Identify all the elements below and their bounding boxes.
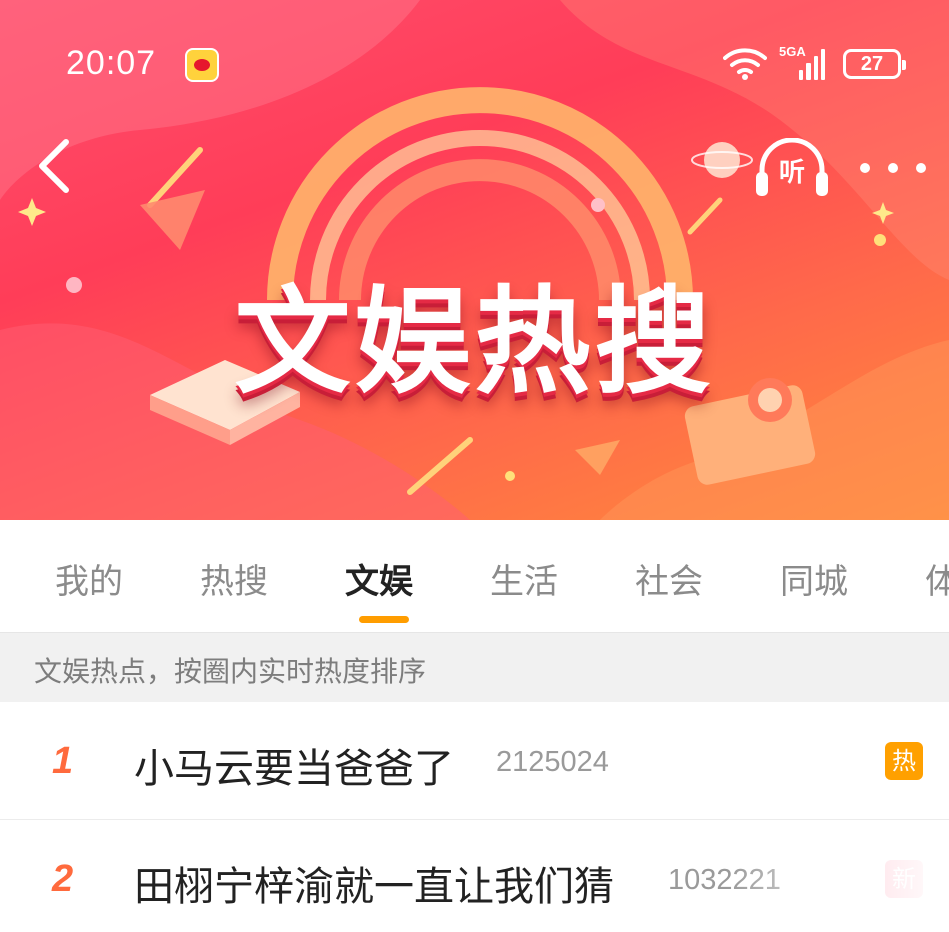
battery-icon: 27 bbox=[843, 49, 906, 79]
listen-label: 听 bbox=[778, 158, 805, 188]
more-dots-icon bbox=[860, 163, 870, 173]
weibo-app-icon bbox=[185, 48, 219, 82]
topic-title: 小马云要当爸爸了 bbox=[134, 746, 454, 792]
rank-number: 1 bbox=[52, 740, 74, 782]
status-time: 20:07 bbox=[66, 44, 157, 82]
hot-search-item[interactable]: 1 小马云要当爸爸了 2125024 热 bbox=[0, 702, 949, 820]
category-tabs: 我的 热搜 文娱 生活 社会 同城 体 bbox=[0, 520, 949, 632]
more-button[interactable] bbox=[860, 148, 926, 188]
tab-sports[interactable]: 体 bbox=[925, 554, 949, 603]
ranking-hint-bar: 文娱热点，按圈内实时热度排序 bbox=[0, 632, 949, 702]
wifi-icon bbox=[723, 48, 767, 80]
heat-value: 2125024 bbox=[496, 746, 609, 778]
bottom-fade-overlay bbox=[729, 850, 949, 932]
header-banner: 20:07 5GA 27 听 文娱热搜 bbox=[0, 0, 949, 520]
signal-bars-icon: 5GA bbox=[779, 44, 825, 80]
topic-title: 田栩宁梓渝就一直让我们猜 bbox=[134, 864, 614, 910]
tab-entertainment[interactable]: 文娱 bbox=[345, 554, 413, 603]
hot-badge: 热 bbox=[885, 742, 923, 780]
status-indicators: 5GA 27 bbox=[723, 44, 906, 80]
tab-mine[interactable]: 我的 bbox=[55, 554, 123, 603]
back-button[interactable] bbox=[30, 136, 78, 196]
tab-hot-search[interactable]: 热搜 bbox=[200, 554, 268, 603]
tab-life[interactable]: 生活 bbox=[490, 554, 558, 603]
banner-title: 文娱热搜 bbox=[234, 275, 715, 410]
listen-button[interactable]: 听 bbox=[754, 138, 830, 200]
battery-level: 27 bbox=[860, 52, 884, 75]
rank-number: 2 bbox=[52, 858, 74, 900]
tab-society[interactable]: 社会 bbox=[635, 554, 703, 603]
network-type: 5GA bbox=[779, 44, 806, 59]
ranking-hint-text: 文娱热点，按圈内实时热度排序 bbox=[34, 655, 427, 688]
tab-local[interactable]: 同城 bbox=[780, 554, 848, 603]
active-tab-indicator bbox=[359, 616, 409, 623]
